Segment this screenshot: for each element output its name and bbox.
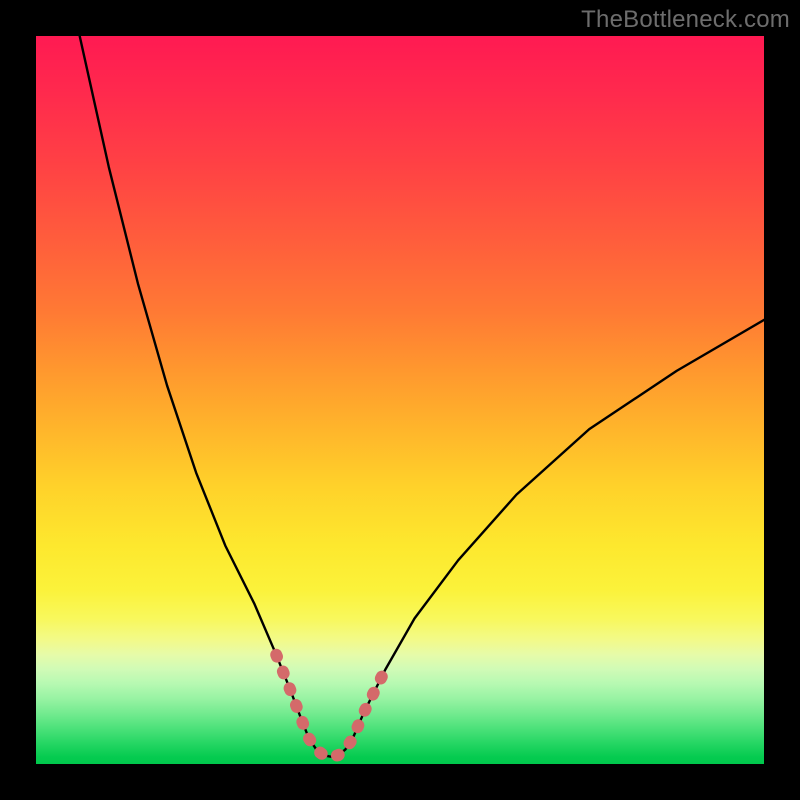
bottleneck-curve: [80, 36, 764, 757]
chart-plot-area: [36, 36, 764, 764]
watermark-text: TheBottleneck.com: [581, 6, 790, 34]
chart-svg: [36, 36, 764, 764]
chart-frame: TheBottleneck.com: [0, 0, 800, 800]
trough-marker: [276, 655, 385, 757]
